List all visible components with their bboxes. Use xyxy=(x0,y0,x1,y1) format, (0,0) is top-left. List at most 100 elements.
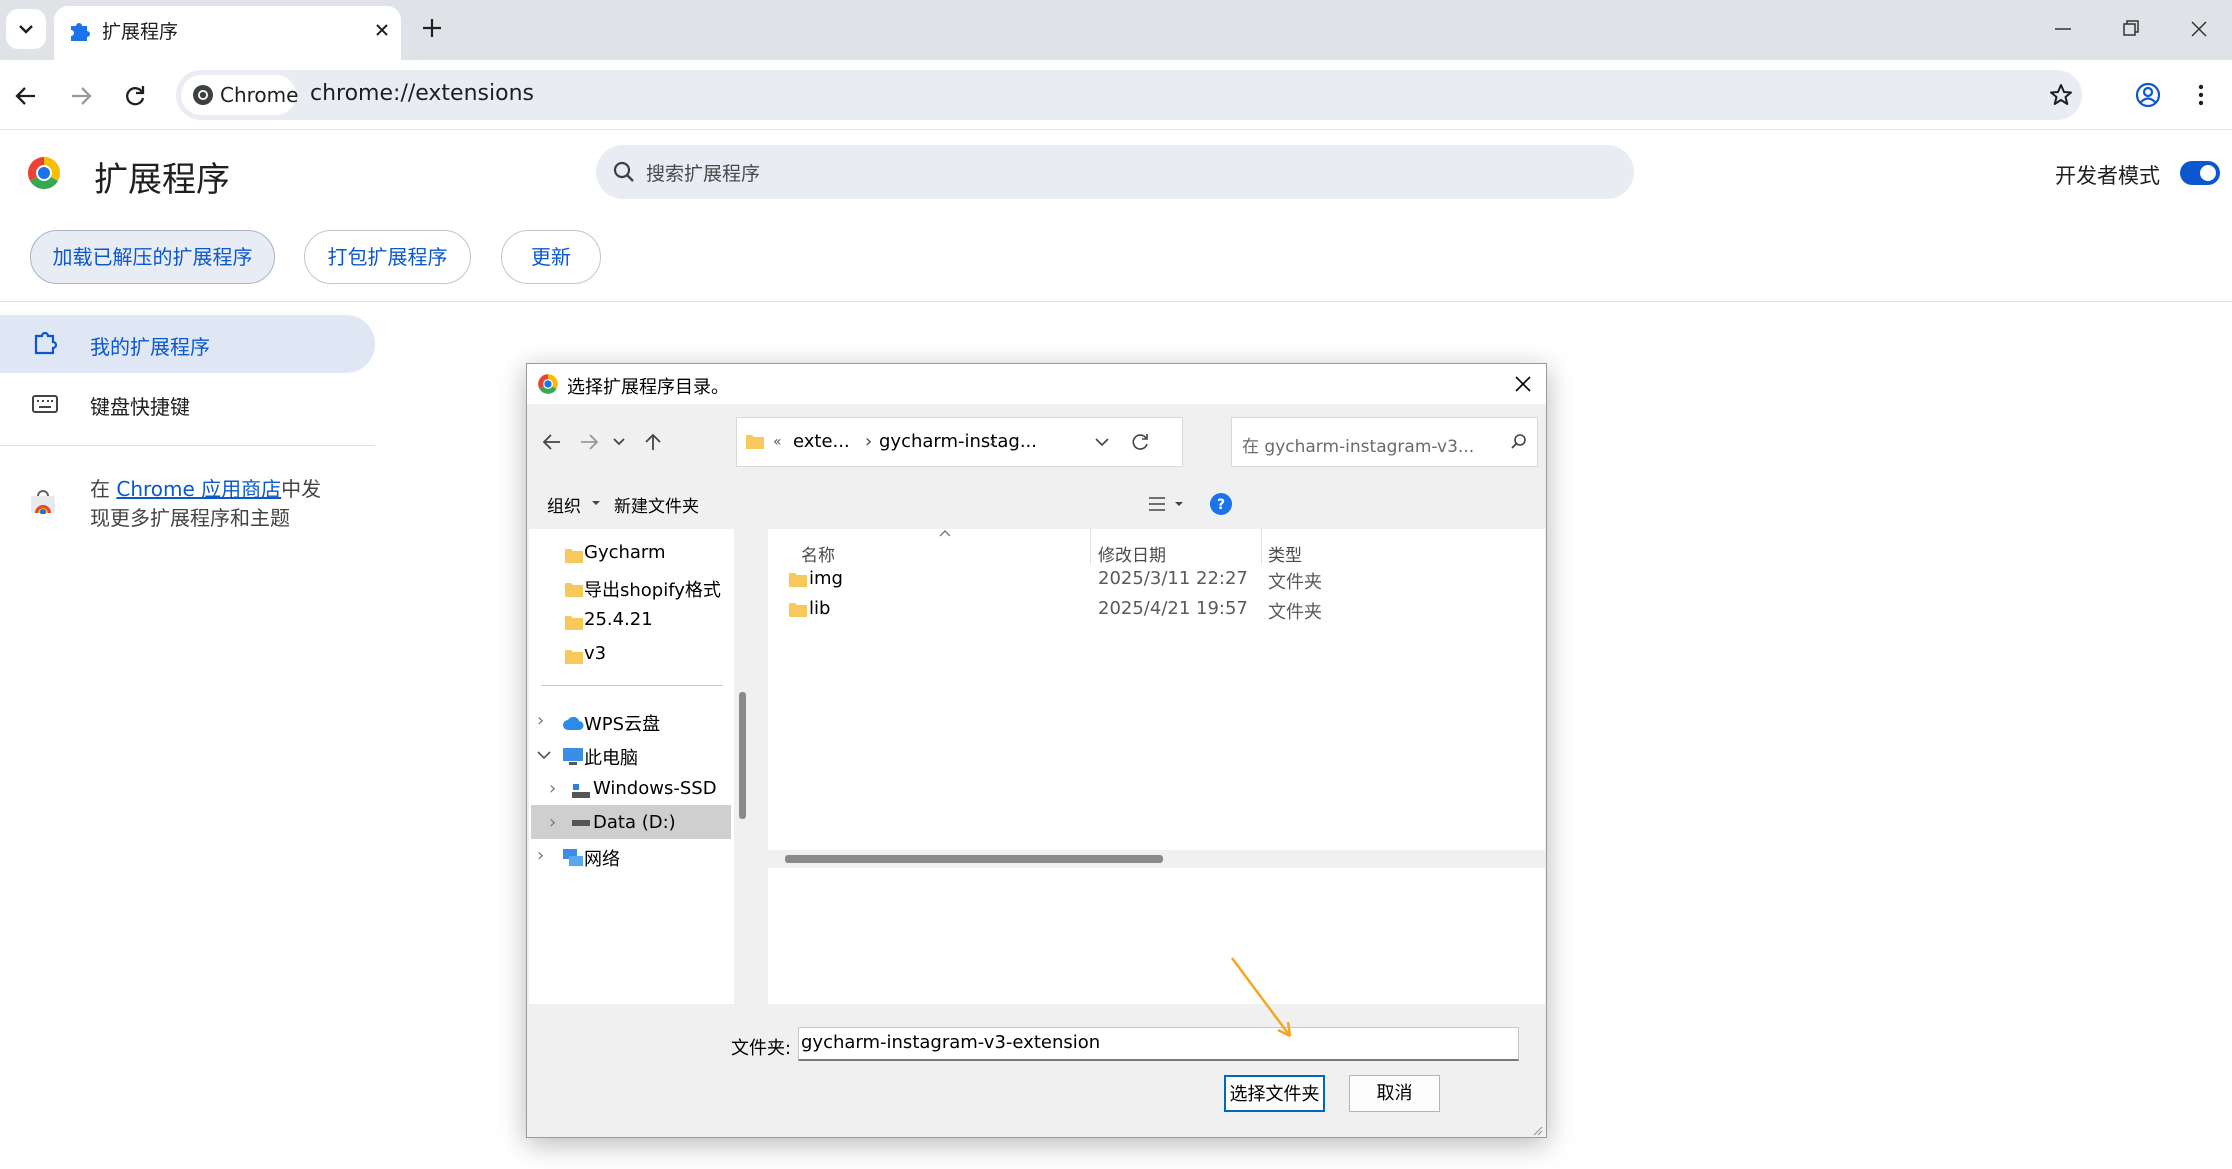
folder-icon xyxy=(565,549,583,563)
close-window-icon[interactable] xyxy=(2188,18,2210,40)
chrome-icon xyxy=(192,84,214,106)
tab-search-button[interactable] xyxy=(6,9,46,49)
svg-text:?: ? xyxy=(1217,497,1225,513)
nav-scrollbar[interactable] xyxy=(734,529,752,1004)
site-info-chip[interactable]: Chrome xyxy=(181,75,299,115)
organize-menu[interactable]: 组织 xyxy=(547,492,581,517)
folder-name-value: gycharm-instagram-v3-extension xyxy=(801,1032,1101,1053)
annotation-arrow-icon xyxy=(1230,957,1292,1038)
dialog-titlebar: 选择扩展程序目录。 xyxy=(527,364,1546,404)
folder-field-label: 文件夹: xyxy=(731,1038,792,1059)
caret-down-icon xyxy=(591,500,601,506)
file-row[interactable]: img 2025/3/11 22:27 文件夹 xyxy=(768,565,1545,595)
web-store-icon xyxy=(30,490,56,514)
drive-icon xyxy=(572,784,590,798)
tree-divider xyxy=(541,685,723,686)
refresh-icon[interactable] xyxy=(1129,431,1151,453)
column-header-type[interactable]: 类型 xyxy=(1268,541,1302,566)
tree-item-label: Windows-SSD xyxy=(593,778,717,799)
sidebar-item-shortcuts[interactable]: 键盘快捷键 xyxy=(0,375,375,433)
help-icon[interactable]: ? xyxy=(1209,492,1233,516)
search-icon xyxy=(1510,433,1528,451)
breadcrumb-item[interactable]: exte... xyxy=(793,431,850,452)
tree-item-data-d[interactable]: › Data (D:) xyxy=(531,805,731,839)
collapse-chevron-icon[interactable] xyxy=(537,750,551,760)
forward-icon[interactable] xyxy=(578,431,600,453)
close-tab-icon[interactable] xyxy=(372,20,392,40)
tree-item-label: 网络 xyxy=(584,849,620,870)
restore-icon[interactable] xyxy=(2120,18,2142,40)
tree-item-label: 25.4.21 xyxy=(584,609,653,630)
cancel-button[interactable]: 取消 xyxy=(1349,1075,1440,1112)
extension-icon xyxy=(32,331,58,357)
new-folder-button[interactable]: 新建文件夹 xyxy=(614,492,699,517)
profile-icon[interactable] xyxy=(2135,82,2161,108)
pack-extension-button[interactable]: 打包扩展程序 xyxy=(304,230,471,284)
forward-icon[interactable] xyxy=(68,83,94,109)
expand-chevron-icon[interactable]: › xyxy=(549,778,556,799)
recent-locations-icon[interactable] xyxy=(610,433,628,451)
close-icon[interactable] xyxy=(1514,375,1532,393)
folder-icon xyxy=(565,583,583,597)
tree-item-label: 此电脑 xyxy=(584,748,638,769)
expand-chevron-icon[interactable]: › xyxy=(537,845,544,866)
column-header-date[interactable]: 修改日期 xyxy=(1098,541,1166,566)
tab-extensions[interactable]: 扩展程序 xyxy=(54,6,401,60)
expand-chevron-icon[interactable]: › xyxy=(537,710,544,731)
extension-search[interactable]: 搜索扩展程序 xyxy=(596,145,1634,199)
chrome-icon xyxy=(537,373,559,395)
chevron-right-icon: › xyxy=(989,431,997,452)
expand-chevron-icon[interactable]: › xyxy=(549,812,556,833)
sidebar-item-label: 键盘快捷键 xyxy=(90,395,190,419)
minimize-icon[interactable] xyxy=(2052,18,2074,40)
folder-name-input[interactable]: gycharm-instagram-v3-extension xyxy=(798,1027,1519,1061)
tree-item-label: WPS云盘 xyxy=(584,714,661,735)
scrollbar-thumb[interactable] xyxy=(739,692,746,819)
keyboard-icon xyxy=(32,393,58,415)
dialog-search-input[interactable]: 在 gycharm-instagram-v3... xyxy=(1242,432,1474,457)
web-store-link[interactable]: Chrome 应用商店 xyxy=(116,477,281,501)
select-folder-dialog: 选择扩展程序目录。 « exte... › gycharm-instag... … xyxy=(526,363,1547,1138)
select-folder-button[interactable]: 选择文件夹 xyxy=(1224,1075,1325,1112)
toggle-knob xyxy=(2200,165,2216,181)
developer-mode-toggle[interactable] xyxy=(2180,161,2220,185)
column-divider xyxy=(1090,529,1091,565)
search-input[interactable]: 搜索扩展程序 xyxy=(646,159,760,186)
view-options-icon[interactable] xyxy=(1147,494,1187,514)
update-button[interactable]: 更新 xyxy=(501,230,601,284)
file-row[interactable]: lib 2025/4/21 19:57 文件夹 xyxy=(768,595,1545,625)
column-header-name[interactable]: 名称 xyxy=(801,541,835,566)
scrollbar-thumb[interactable] xyxy=(785,855,1163,863)
breadcrumb-overflow[interactable]: « xyxy=(773,434,782,450)
up-folder-icon[interactable] xyxy=(642,431,664,453)
url-text[interactable]: chrome://extensions xyxy=(310,81,534,106)
file-list-scrollbar[interactable] xyxy=(768,850,1545,868)
folder-icon xyxy=(789,573,807,587)
back-icon[interactable] xyxy=(13,83,39,109)
file-date: 2025/3/11 22:27 xyxy=(1098,568,1248,589)
dialog-search[interactable]: 在 gycharm-instagram-v3... xyxy=(1231,417,1538,467)
web-store-promo: 在 Chrome 应用商店中发 现更多扩展程序和主题 xyxy=(90,475,321,533)
load-unpacked-button[interactable]: 加载已解压的扩展程序 xyxy=(30,230,275,284)
developer-mode-label: 开发者模式 xyxy=(2055,164,2160,188)
tree-item-label: v3 xyxy=(584,643,607,664)
back-icon[interactable] xyxy=(541,431,563,453)
chevron-down-icon[interactable] xyxy=(1092,432,1112,452)
new-tab-icon[interactable] xyxy=(420,16,444,40)
folder-icon xyxy=(565,616,583,630)
file-type: 文件夹 xyxy=(1268,572,1322,593)
drive-icon xyxy=(572,820,590,826)
tab-title: 扩展程序 xyxy=(102,21,179,43)
chip-label: Chrome xyxy=(220,83,299,107)
dialog-title: 选择扩展程序目录。 xyxy=(567,377,729,398)
dialog-address-bar[interactable]: « exte... › gycharm-instag... › xyxy=(736,417,1183,467)
address-bar[interactable]: Chrome chrome://extensions xyxy=(176,70,2082,120)
breadcrumb-item[interactable]: gycharm-instag... xyxy=(879,431,1037,452)
navigation-pane: Gycharm 导出shopify格式 25.4.21 v3 › WPS云盘 此… xyxy=(529,529,734,1004)
reload-icon[interactable] xyxy=(122,83,148,109)
sidebar-item-my-extensions[interactable]: 我的扩展程序 xyxy=(0,315,375,373)
menu-kebab-icon[interactable] xyxy=(2194,82,2208,108)
bookmark-star-icon[interactable] xyxy=(2049,83,2073,107)
resize-grip-icon[interactable] xyxy=(1531,1124,1543,1136)
sort-ascending-icon xyxy=(939,530,951,537)
